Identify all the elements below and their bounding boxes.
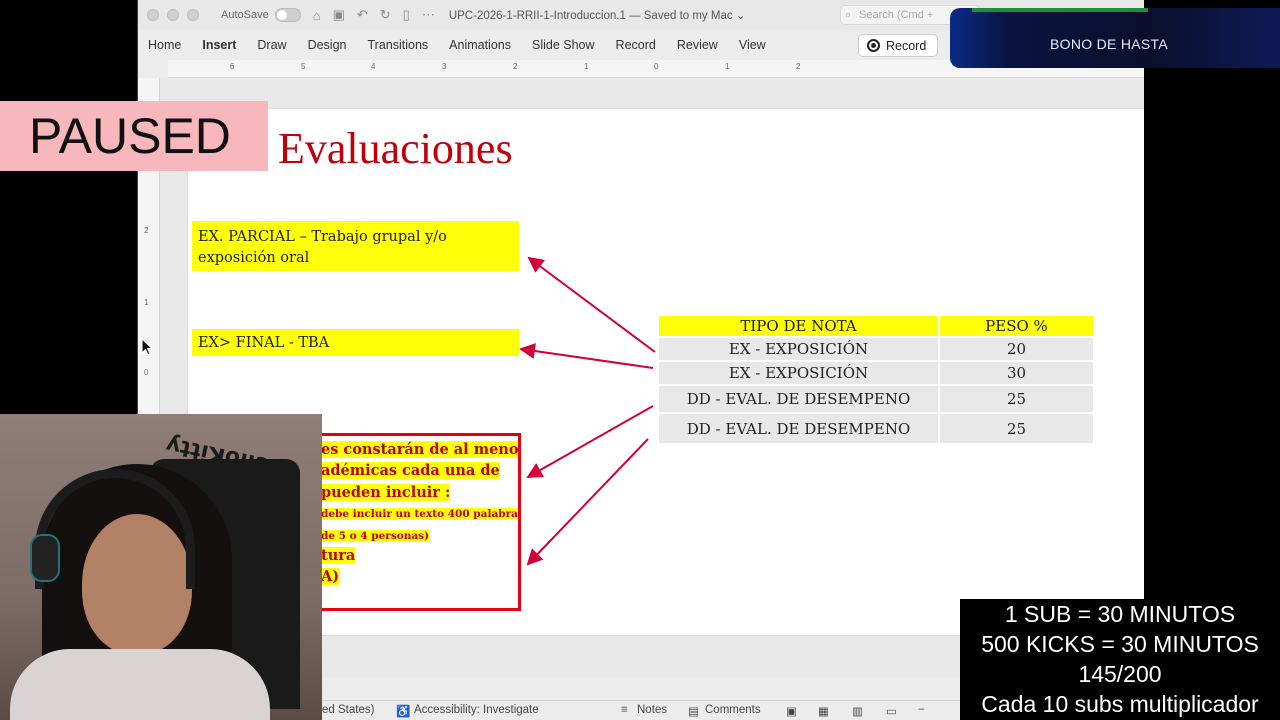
notes-button[interactable]: Notes xyxy=(637,704,667,716)
tab-review[interactable]: Review xyxy=(677,38,718,52)
tab-home[interactable]: Home xyxy=(148,38,181,52)
ruler-number: 0 xyxy=(654,62,659,71)
ruler-number: 2 xyxy=(796,62,801,71)
column-header: PESO % xyxy=(939,316,1093,337)
table-cell: EX - EXPOSICIÓN xyxy=(659,360,940,385)
ruler-number: 6 xyxy=(230,62,235,71)
tab-transitions[interactable]: Transitions xyxy=(367,38,428,52)
redo-icon[interactable]: ↻ xyxy=(380,7,391,23)
autosave-label: AutoSave xyxy=(221,9,269,21)
ruler-number: 5 xyxy=(301,62,306,71)
subathon-line: 145/200 xyxy=(1078,661,1162,687)
table-header-row: TIPO DE NOTA PESO % xyxy=(659,316,1093,337)
tab-animations[interactable]: Animations xyxy=(449,38,511,52)
screen: AutoSave ⌂ ▣ ↶ ↻ ▯ ⋯ UPC-2026-1-RRII-1-I… xyxy=(0,0,1280,720)
table-cell: 30 xyxy=(939,360,1093,385)
comments-icon: ▤ xyxy=(688,706,699,718)
ruler-number: 2 xyxy=(513,62,518,71)
window-controls xyxy=(147,9,199,21)
ruler-number: 2 xyxy=(144,226,149,235)
table-cell: 25 xyxy=(939,384,1093,413)
headset-earcup xyxy=(30,534,60,582)
home-icon[interactable]: ⌂ xyxy=(313,8,321,23)
tab-draw[interactable]: Draw xyxy=(257,38,286,52)
requirements-line: de 5 o 4 personas) xyxy=(321,530,430,542)
ruler-number: 4 xyxy=(371,62,376,71)
more-icon[interactable]: ⋯ xyxy=(422,7,435,23)
paused-badge: PAUSED xyxy=(0,101,268,171)
bono-banner-text: BONO DE HASTA xyxy=(1050,36,1168,52)
grades-table[interactable]: TIPO DE NOTA PESO % EX - EXPOSICIÓN 20 E… xyxy=(659,316,1093,443)
normal-view-icon[interactable]: ▣ xyxy=(786,704,797,718)
arrow-to-final[interactable] xyxy=(519,343,654,369)
new-document-icon[interactable]: ▯ xyxy=(403,7,410,23)
table-row: EX - EXPOSICIÓN 20 xyxy=(659,336,1093,361)
accessibility-icon: ♿ xyxy=(396,706,411,718)
bono-banner: BONO DE HASTA xyxy=(950,8,1280,68)
autosave-control[interactable]: AutoSave xyxy=(221,8,301,22)
table-cell: DD - EVAL. DE DESEMPENO xyxy=(659,384,940,413)
record-button[interactable]: Record xyxy=(858,34,938,57)
subathon-line: 500 KICKS = 30 MINUTOS xyxy=(981,631,1259,657)
ruler-number: 1 xyxy=(725,62,730,71)
tab-slide-show[interactable]: Slide Show xyxy=(532,38,595,52)
slide-title[interactable]: Evaluaciones xyxy=(278,123,513,174)
tab-view[interactable]: View xyxy=(739,38,766,52)
ruler-number: 3 xyxy=(442,62,447,71)
arrow-to-requirements-top[interactable] xyxy=(526,405,654,478)
requirements-line: A) xyxy=(321,568,340,585)
language-status[interactable]: ed States) xyxy=(322,704,374,716)
mouse-cursor-icon xyxy=(141,337,154,356)
ruler-number: 0 xyxy=(144,368,149,377)
requirements-line: es constarán de al menos xyxy=(321,441,518,458)
autosave-toggle[interactable] xyxy=(274,8,301,22)
subathon-line: Cada 10 subs multiplicador xyxy=(981,691,1259,717)
record-icon xyxy=(867,39,880,52)
search-placeholder: Search (Cmd + xyxy=(859,9,934,21)
accessibility-status[interactable]: Accessibility: Investigate xyxy=(414,704,539,716)
requirements-line: pueden incluir : xyxy=(321,484,451,501)
table-cell: DD - EVAL. DE DESEMPENO xyxy=(659,412,940,443)
close-window-button[interactable] xyxy=(147,9,159,21)
record-button-label: Record xyxy=(886,38,927,53)
webcam-feed: HelloKitty xyxy=(0,414,322,720)
subathon-overlay: 1 SUB = 30 MINUTOS 500 KICKS = 30 MINUTO… xyxy=(960,599,1280,720)
table-cell: 25 xyxy=(939,412,1093,443)
slide[interactable]: Evaluaciones EX. PARCIAL – Trabajo grupa… xyxy=(178,109,1144,635)
table-row: EX - EXPOSICIÓN 30 xyxy=(659,360,1093,385)
tab-record[interactable]: Record xyxy=(616,38,656,52)
table-row: DD - EVAL. DE DESEMPENO 25 xyxy=(659,384,1093,413)
final-textbox[interactable]: EX> FINAL - TBA xyxy=(192,329,519,356)
column-header: TIPO DE NOTA xyxy=(659,316,940,337)
save-icon[interactable]: ▣ xyxy=(333,7,345,23)
ruler-number: 1 xyxy=(144,298,149,307)
table-cell: 20 xyxy=(939,336,1093,361)
undo-icon[interactable]: ↶ xyxy=(357,7,368,23)
document-title[interactable]: UPC-2026-1-RRII-1-Introduccion.1 — Saved… xyxy=(449,8,746,22)
minimize-window-button[interactable] xyxy=(167,9,179,21)
requirements-line: tura xyxy=(321,547,356,564)
arrow-to-requirements-bottom[interactable] xyxy=(526,438,649,566)
presenter-view-icon[interactable]: ▭ xyxy=(886,704,897,718)
zoom-window-button[interactable] xyxy=(187,9,199,21)
arrow-to-parcial[interactable] xyxy=(527,256,656,353)
ruler-number: 1 xyxy=(584,62,589,71)
reading-view-icon[interactable]: ▥ xyxy=(852,704,863,718)
subathon-line: 1 SUB = 30 MINUTOS xyxy=(1004,601,1236,627)
notes-icon: ≡ xyxy=(621,704,628,716)
zoom-out-icon[interactable]: − xyxy=(918,704,925,716)
requirements-line: adémicas cada una de xyxy=(321,462,500,479)
table-row: DD - EVAL. DE DESEMPENO 25 xyxy=(659,412,1093,443)
search-icon: ⌕ xyxy=(845,9,852,21)
slide-sorter-icon[interactable]: ▦ xyxy=(818,704,829,718)
comments-button[interactable]: Comments xyxy=(705,704,761,716)
requirements-line: debe incluir un texto 400 palabras) xyxy=(321,508,518,520)
tab-insert[interactable]: Insert xyxy=(202,38,236,52)
streamer-shirt xyxy=(10,649,270,720)
table-cell: EX - EXPOSICIÓN xyxy=(659,336,940,361)
tab-design[interactable]: Design xyxy=(308,38,347,52)
parcial-textbox[interactable]: EX. PARCIAL – Trabajo grupal y/o exposic… xyxy=(192,221,519,271)
